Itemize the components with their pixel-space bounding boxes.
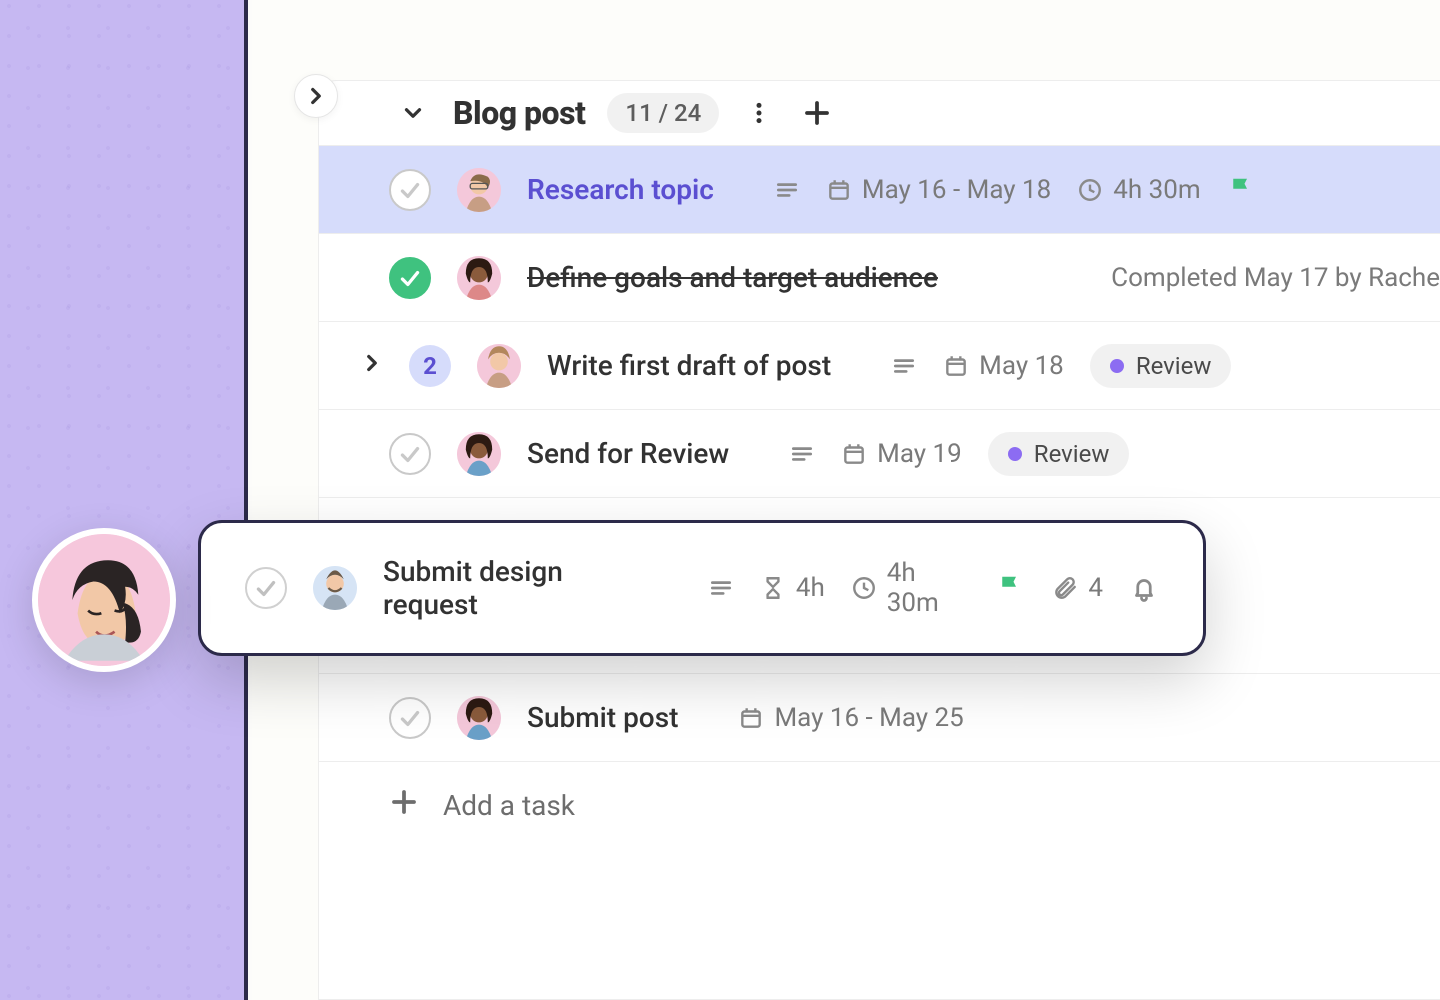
status-dot-icon	[1008, 447, 1022, 461]
collapse-list-icon[interactable]	[395, 95, 431, 131]
status-label: Review	[1136, 352, 1212, 380]
clock-icon	[851, 575, 877, 601]
add-task-label: Add a task	[443, 789, 575, 822]
complete-toggle[interactable]	[389, 257, 431, 299]
task-row[interactable]: 2 Write first draft of post May 18	[319, 321, 1440, 409]
complete-toggle[interactable]	[389, 169, 431, 211]
task-title[interactable]: Research topic	[527, 173, 714, 206]
task-row[interactable]: Research topic May 16 - May 18 4h 30m	[319, 145, 1440, 233]
task-date-text: May 18	[979, 351, 1064, 381]
flag-icon[interactable]	[996, 573, 1026, 603]
task-date[interactable]: May 19	[841, 439, 962, 469]
task-duration-text: 4h 30m	[1113, 175, 1200, 205]
complete-toggle[interactable]	[389, 697, 431, 739]
assignee-avatar[interactable]	[477, 344, 521, 388]
completed-note: Completed May 17 by Rache	[1111, 263, 1440, 293]
complete-toggle[interactable]	[389, 433, 431, 475]
task-date[interactable]: May 16 - May 18	[826, 175, 1051, 205]
task-date[interactable]: May 16 - May 25	[738, 703, 963, 733]
task-title[interactable]: Submit design request	[383, 555, 656, 621]
attachment-count-text: 4	[1088, 573, 1103, 603]
description-icon[interactable]	[789, 441, 815, 467]
content-panel: Blog post 11 / 24 Research topic	[252, 0, 1440, 1000]
task-duration[interactable]: 4h 30m	[851, 558, 971, 618]
assignee-avatar[interactable]	[457, 168, 501, 212]
assignee-avatar[interactable]	[313, 566, 357, 610]
list-title[interactable]: Blog post	[453, 94, 585, 132]
task-duration-text: 4h 30m	[887, 558, 971, 618]
collapse-sidebar-button[interactable]	[294, 74, 338, 118]
status-tag[interactable]: Review	[988, 432, 1130, 476]
plus-icon	[389, 787, 419, 824]
progress-pill: 11 / 24	[607, 93, 719, 133]
task-row[interactable]: Submit post May 16 - May 25	[319, 673, 1440, 761]
assignee-avatar[interactable]	[457, 432, 501, 476]
task-title[interactable]: Write first draft of post	[547, 349, 831, 382]
complete-toggle[interactable]	[245, 567, 287, 609]
task-date-text: May 16 - May 18	[862, 175, 1051, 205]
expand-subtasks-icon[interactable]	[359, 350, 383, 382]
task-estimate[interactable]: 4h	[760, 573, 825, 603]
status-dot-icon	[1110, 359, 1124, 373]
task-date[interactable]: May 18	[943, 351, 1064, 381]
assignee-avatar[interactable]	[457, 256, 501, 300]
task-date-text: May 19	[877, 439, 962, 469]
task-title[interactable]: Send for Review	[527, 437, 729, 470]
task-list: Research topic May 16 - May 18 4h 30m	[319, 145, 1440, 849]
calendar-icon	[841, 441, 867, 467]
status-label: Review	[1034, 440, 1110, 468]
attachment-count[interactable]: 4	[1052, 573, 1103, 603]
description-icon[interactable]	[891, 353, 917, 379]
paperclip-icon	[1052, 575, 1078, 601]
assignee-avatar[interactable]	[457, 696, 501, 740]
calendar-icon	[943, 353, 969, 379]
dragged-task-card[interactable]: Submit design request 4h 4h 30m 4	[198, 520, 1206, 656]
list-header: Blog post 11 / 24	[319, 81, 1440, 145]
task-row[interactable]: Define goals and target audience Complet…	[319, 233, 1440, 321]
task-duration[interactable]: 4h 30m	[1077, 175, 1200, 205]
description-icon[interactable]	[774, 177, 800, 203]
task-title[interactable]: Define goals and target audience	[527, 261, 938, 294]
more-menu-icon[interactable]	[741, 95, 777, 131]
subtask-count-badge[interactable]: 2	[409, 345, 451, 387]
task-title[interactable]: Submit post	[527, 701, 678, 734]
status-tag[interactable]: Review	[1090, 344, 1232, 388]
clock-icon	[1077, 177, 1103, 203]
add-list-item-icon[interactable]	[799, 95, 835, 131]
user-floating-avatar[interactable]	[32, 528, 176, 672]
task-row[interactable]: Send for Review May 19 Review	[319, 409, 1440, 497]
reminder-icon[interactable]	[1129, 573, 1159, 603]
hourglass-icon	[760, 575, 786, 601]
task-date-text: May 16 - May 25	[774, 703, 963, 733]
flag-icon[interactable]	[1227, 175, 1257, 205]
add-task-button[interactable]: Add a task	[319, 761, 1440, 849]
sidebar-strip	[0, 0, 248, 1000]
calendar-icon	[738, 705, 764, 731]
task-estimate-text: 4h	[796, 573, 825, 603]
description-icon[interactable]	[708, 575, 734, 601]
calendar-icon	[826, 177, 852, 203]
